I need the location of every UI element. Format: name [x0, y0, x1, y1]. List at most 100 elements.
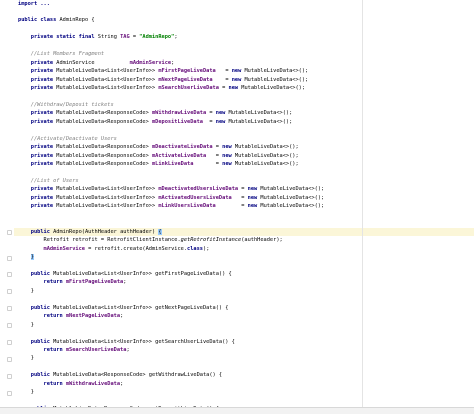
code-token: =: [215, 68, 232, 75]
code-line[interactable]: }: [18, 388, 34, 397]
code-token: private: [30, 118, 57, 125]
code-line[interactable]: mAdminService = retrofit.create(AdminSer…: [18, 245, 210, 254]
code-token: new: [231, 76, 245, 83]
code-token: mLinkLiveData: [151, 161, 194, 168]
code-token: MutableLiveData<List<UserInfo>>: [56, 76, 159, 83]
code-token: ;: [120, 313, 124, 320]
fold-marker-icon[interactable]: [7, 230, 12, 236]
code-token: MutableLiveData<List<UserInfo>>: [56, 68, 159, 75]
fold-marker-icon[interactable]: [7, 390, 12, 396]
code-token: }: [18, 321, 34, 328]
code-token: mActivatedUsersLiveData: [158, 194, 232, 201]
fold-marker-icon[interactable]: [7, 356, 12, 362]
code-line[interactable]: }: [18, 354, 34, 363]
code-line[interactable]: return mSearchUserLiveData;: [18, 346, 130, 355]
code-token: MutableLiveData<ResponseCode>: [56, 118, 152, 125]
code-token: TAG: [120, 34, 130, 41]
code-token: MutableLiveData<ResponseCode>: [56, 144, 152, 151]
code-token: ;: [120, 380, 124, 387]
code-token: private: [30, 85, 57, 91]
code-line[interactable]: private MutableLiveData<ResponseCode> mD…: [18, 118, 293, 127]
code-token: mActivateLiveData: [151, 152, 207, 159]
code-token: mDeactivateLiveData: [151, 144, 213, 151]
code-token: =: [202, 118, 216, 125]
code-token: Retrofit retrofit = RetrofitClientInstan…: [18, 237, 181, 244]
code-token: MutableLiveData<>();: [241, 85, 306, 91]
code-token: =: [206, 110, 216, 117]
code-token: mAdminService: [43, 245, 85, 252]
code-token: =: [129, 34, 140, 41]
code-token: new: [222, 152, 235, 159]
code-token: MutableLiveData<List<UserInfo>>: [56, 85, 159, 91]
code-token: new: [231, 68, 245, 75]
code-token: mFirstPageLiveData: [158, 68, 216, 75]
code-token: class: [187, 245, 203, 252]
code-token: }: [18, 389, 34, 396]
code-token: public: [30, 338, 54, 345]
code-editor[interactable]: import ... public class AdminRepo { priva…: [0, 0, 474, 414]
fold-marker-icon[interactable]: [7, 255, 12, 261]
code-token: MutableLiveData<ResponseCode>: [56, 161, 152, 168]
code-line[interactable]: return mFirstPageLiveData;: [18, 278, 127, 287]
code-token: MutableLiveData<>();: [234, 161, 299, 168]
code-token: private: [30, 194, 57, 201]
code-token: }: [18, 287, 34, 294]
code-token: AdminService: [56, 59, 130, 66]
code-token: MutableLiveData<>();: [260, 194, 325, 201]
code-line[interactable]: private MutableLiveData<List<UserInfo>> …: [18, 84, 305, 93]
code-token: return: [43, 313, 66, 320]
code-token: mWithdrawLiveData: [151, 110, 207, 117]
code-token: private static final: [30, 34, 98, 41]
code-token: =: [206, 152, 223, 159]
code-token: MutableLiveData<>();: [228, 110, 293, 117]
code-line[interactable]: import ...: [18, 0, 50, 9]
code-token: private: [30, 203, 57, 210]
code-token: new: [215, 110, 229, 117]
code-token: MutableLiveData<>();: [260, 203, 325, 210]
code-token: String: [97, 34, 121, 41]
editor-gutter[interactable]: [0, 0, 14, 414]
code-token: "AdminRepo": [139, 34, 175, 41]
fold-marker-icon[interactable]: [7, 289, 12, 295]
code-token: public: [30, 304, 54, 311]
code-token: mDepositLiveData: [151, 118, 203, 125]
code-token: private: [30, 68, 57, 75]
code-line[interactable]: private MutableLiveData<List<UserInfo>> …: [18, 202, 324, 211]
code-token: //List Members Fragment: [18, 51, 105, 58]
fold-marker-icon[interactable]: [7, 272, 12, 278]
code-line[interactable]: }: [18, 253, 34, 262]
code-token: MutableLiveData<List<UserInfo>>: [56, 194, 159, 201]
fold-marker-icon[interactable]: [7, 373, 12, 379]
code-token: mNextPageLiveData: [65, 313, 121, 320]
code-token: mFirstPageLiveData: [65, 279, 124, 286]
fold-marker-icon[interactable]: [7, 306, 12, 312]
code-token: private: [30, 76, 57, 83]
code-line[interactable]: }: [18, 321, 34, 330]
code-token: AdminRepo(AuthHeader authHeader): [53, 228, 159, 235]
fold-marker-icon[interactable]: [7, 340, 12, 345]
code-token: //Withdraw/Deposit tickets: [18, 101, 114, 108]
horizontal-scrollbar[interactable]: [0, 407, 474, 414]
code-line[interactable]: private static final String TAG = "Admin…: [18, 33, 178, 42]
code-token: private: [30, 110, 57, 117]
code-token: public: [30, 270, 54, 277]
code-token: private: [30, 144, 57, 151]
code-line[interactable]: private MutableLiveData<ResponseCode> mL…: [18, 160, 299, 169]
code-token: new: [247, 186, 261, 193]
fold-marker-icon[interactable]: [7, 323, 12, 329]
code-token: new: [222, 144, 235, 151]
code-line[interactable]: }: [18, 287, 34, 296]
code-token: =: [212, 144, 223, 151]
code-token: =: [193, 161, 223, 168]
code-line[interactable]: public class AdminRepo {: [18, 16, 95, 25]
code-token: MutableLiveData<List<UserInfo>>: [56, 203, 159, 210]
